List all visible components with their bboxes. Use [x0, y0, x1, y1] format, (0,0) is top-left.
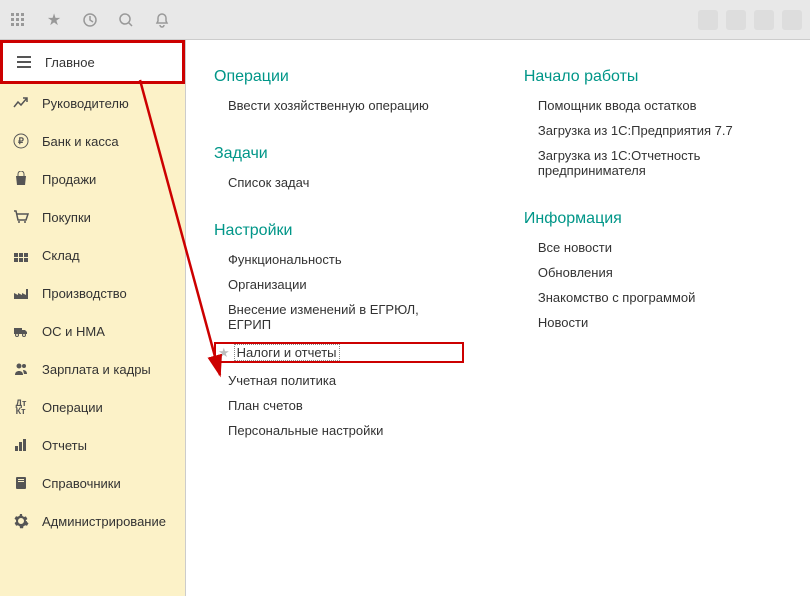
gear-icon [12, 512, 30, 530]
sidebar-item-label: ОС и НМА [42, 324, 105, 339]
window-button[interactable] [754, 10, 774, 30]
section-settings: Настройки [214, 222, 464, 240]
sidebar-item-label: Продажи [42, 172, 96, 187]
sidebar-item-purchases[interactable]: Покупки [0, 198, 185, 236]
link-organizations[interactable]: Организации [228, 277, 464, 292]
sidebar-item-operations[interactable]: ДтКт Операции [0, 388, 185, 426]
section-tasks: Задачи [214, 145, 464, 163]
window-button[interactable] [698, 10, 718, 30]
window-button[interactable] [782, 10, 802, 30]
truck-icon [12, 322, 30, 340]
link-updates[interactable]: Обновления [538, 265, 810, 280]
sidebar-item-manager[interactable]: Руководителю [0, 84, 185, 122]
sidebar: Главное Руководителю ₽ Банк и касса Прод… [0, 40, 186, 596]
sidebar-item-warehouse[interactable]: Склад [0, 236, 185, 274]
link-egrul[interactable]: Внесение изменений в ЕГРЮЛ, ЕГРИП [228, 302, 464, 332]
link-chart-accounts[interactable]: План счетов [228, 398, 464, 413]
bell-icon[interactable] [152, 10, 172, 30]
sidebar-item-directories[interactable]: Справочники [0, 464, 185, 502]
sidebar-item-label: Руководителю [42, 96, 129, 111]
history-icon[interactable] [80, 10, 100, 30]
sidebar-item-label: Отчеты [42, 438, 87, 453]
users-icon [12, 360, 30, 378]
sidebar-item-label: Банк и касса [42, 134, 119, 149]
sidebar-item-admin[interactable]: Администрирование [0, 502, 185, 540]
sidebar-item-reports[interactable]: Отчеты [0, 426, 185, 464]
topbar: ★ [0, 0, 810, 40]
link-balance-helper[interactable]: Помощник ввода остатков [538, 98, 810, 113]
link-task-list[interactable]: Список задач [228, 175, 464, 190]
debit-credit-icon: ДтКт [12, 398, 30, 416]
section-operations: Операции [214, 68, 464, 86]
sidebar-item-main[interactable]: Главное [0, 40, 185, 84]
sidebar-item-salary[interactable]: Зарплата и кадры [0, 350, 185, 388]
search-icon[interactable] [116, 10, 136, 30]
link-load-1c-reporting[interactable]: Загрузка из 1С:Отчетность предпринимател… [538, 148, 810, 178]
link-news[interactable]: Новости [538, 315, 810, 330]
sidebar-item-label: Главное [45, 55, 95, 70]
bag-icon [12, 170, 30, 188]
sidebar-item-production[interactable]: Производство [0, 274, 185, 312]
link-load-1c77[interactable]: Загрузка из 1С:Предприятия 7.7 [538, 123, 810, 138]
apps-icon[interactable] [8, 10, 28, 30]
link-enter-operation[interactable]: Ввести хозяйственную операцию [228, 98, 464, 113]
link-functionality[interactable]: Функциональность [228, 252, 464, 267]
bar-chart-icon [12, 436, 30, 454]
sidebar-item-assets[interactable]: ОС и НМА [0, 312, 185, 350]
link-accounting-policy[interactable]: Учетная политика [228, 373, 464, 388]
warehouse-icon [12, 246, 30, 264]
link-all-news[interactable]: Все новости [538, 240, 810, 255]
section-getting-started: Начало работы [524, 68, 810, 86]
main-content: Операции Ввести хозяйственную операцию З… [186, 40, 810, 596]
sidebar-item-bank[interactable]: ₽ Банк и касса [0, 122, 185, 160]
svg-text:₽: ₽ [18, 136, 24, 146]
star-icon: ★ [218, 345, 230, 361]
sidebar-item-label: Справочники [42, 476, 121, 491]
sidebar-item-label: Производство [42, 286, 127, 301]
sidebar-item-label: Покупки [42, 210, 91, 225]
star-icon[interactable]: ★ [44, 10, 64, 30]
link-personal-settings[interactable]: Персональные настройки [228, 423, 464, 438]
link-taxes-reports[interactable]: ★ Налоги и отчеты [214, 342, 464, 363]
sidebar-item-sales[interactable]: Продажи [0, 160, 185, 198]
window-button[interactable] [726, 10, 746, 30]
ruble-icon: ₽ [12, 132, 30, 150]
sidebar-item-label: Администрирование [42, 514, 166, 529]
sidebar-item-label: Склад [42, 248, 80, 263]
sidebar-item-label: Операции [42, 400, 103, 415]
cart-icon [12, 208, 30, 226]
factory-icon [12, 284, 30, 302]
menu-icon [15, 53, 33, 71]
section-information: Информация [524, 210, 810, 228]
sidebar-item-label: Зарплата и кадры [42, 362, 151, 377]
link-intro[interactable]: Знакомство с программой [538, 290, 810, 305]
book-icon [12, 474, 30, 492]
chart-up-icon [12, 94, 30, 112]
